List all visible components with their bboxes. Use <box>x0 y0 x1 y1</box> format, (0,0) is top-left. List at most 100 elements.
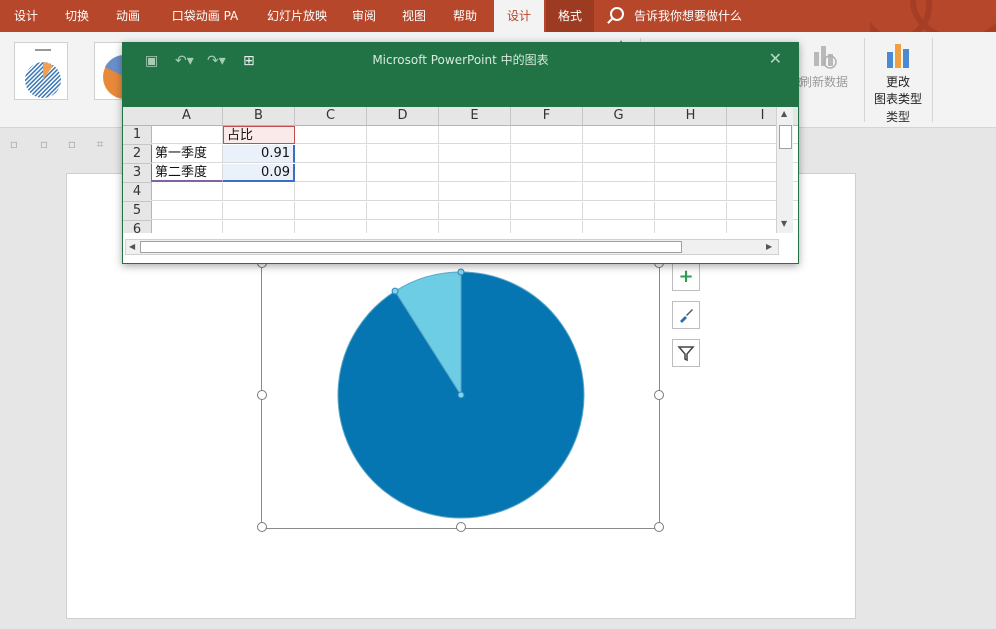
cell[interactable] <box>223 202 295 220</box>
tab-transitions[interactable]: 切换 <box>54 0 100 32</box>
cell[interactable] <box>439 221 511 233</box>
cell[interactable]: 0.91 <box>223 145 295 163</box>
cell[interactable] <box>655 126 727 144</box>
cell[interactable] <box>655 202 727 220</box>
column-header[interactable]: H <box>655 107 727 126</box>
scroll-up-icon[interactable]: ▲ <box>781 109 787 118</box>
tab-help[interactable]: 帮助 <box>442 0 488 32</box>
chart-elements-button[interactable]: + <box>672 263 700 291</box>
cell[interactable] <box>511 202 583 220</box>
column-header[interactable]: B <box>223 107 295 126</box>
tab-chart-design[interactable]: 设计 <box>494 0 544 32</box>
cell[interactable] <box>655 221 727 233</box>
cell[interactable] <box>583 221 655 233</box>
resize-handle[interactable] <box>456 522 466 532</box>
cell[interactable] <box>439 145 511 163</box>
cell[interactable]: 第二季度 <box>151 164 223 182</box>
cell[interactable] <box>511 164 583 182</box>
tab-pocket-animation[interactable]: 口袋动画 PA <box>162 0 248 32</box>
cell[interactable] <box>655 164 727 182</box>
group-icon[interactable]: ▫ <box>36 136 52 152</box>
change-chart-type-button[interactable]: 更改 图表类型 <box>870 40 926 107</box>
cell[interactable] <box>439 183 511 201</box>
cell[interactable] <box>295 183 367 201</box>
cell[interactable] <box>583 202 655 220</box>
cell[interactable] <box>295 145 367 163</box>
cell[interactable] <box>511 221 583 233</box>
scroll-right-icon[interactable]: ▶ <box>766 242 772 251</box>
cell[interactable] <box>655 145 727 163</box>
arrange-icon[interactable]: ▫ <box>64 136 80 152</box>
tab-review[interactable]: 审阅 <box>342 0 386 32</box>
excel-chart-data-window[interactable]: ▣ ↶▾ ↷▾ ⊞ Microsoft PowerPoint 中的图表 ✕ AB… <box>122 42 799 264</box>
align-icon[interactable]: ▫ <box>6 136 22 152</box>
cell[interactable] <box>655 183 727 201</box>
vertical-scrollbar[interactable]: ▲ ▼ <box>776 107 793 233</box>
cell[interactable] <box>151 202 223 220</box>
cell[interactable] <box>151 126 223 144</box>
cell[interactable] <box>511 126 583 144</box>
cell[interactable]: 占比 <box>223 126 295 144</box>
scroll-thumb[interactable] <box>140 241 682 253</box>
cell[interactable] <box>223 183 295 201</box>
refresh-data-button[interactable]: 改刷新数据 <box>790 42 854 90</box>
cell[interactable] <box>367 221 439 233</box>
row-header[interactable]: 6 <box>123 221 152 233</box>
resize-handle[interactable] <box>257 522 267 532</box>
tab-animations[interactable]: 动画 <box>104 0 152 32</box>
cell[interactable] <box>367 164 439 182</box>
cell[interactable] <box>367 202 439 220</box>
row-header[interactable]: 5 <box>123 202 152 221</box>
row-header[interactable]: 1 <box>123 126 152 145</box>
cell[interactable] <box>583 183 655 201</box>
row-header[interactable]: 3 <box>123 164 152 183</box>
cell[interactable]: 0.09 <box>223 164 295 182</box>
row-header[interactable]: 4 <box>123 183 152 202</box>
tab-slideshow[interactable]: 幻灯片放映 <box>256 0 338 32</box>
cell[interactable] <box>583 164 655 182</box>
scroll-down-icon[interactable]: ▼ <box>781 219 787 228</box>
cell[interactable] <box>583 145 655 163</box>
cell[interactable] <box>151 221 223 233</box>
cell[interactable] <box>367 126 439 144</box>
row-header[interactable]: 2 <box>123 145 152 164</box>
cell[interactable] <box>439 126 511 144</box>
spreadsheet-grid[interactable]: A B C D E F G H I 1 占比 2 第一季度 0.91 3 第二季度 0.09 4 5 6 <box>123 107 798 233</box>
cell[interactable] <box>511 183 583 201</box>
select-all-corner[interactable] <box>123 107 152 126</box>
resize-handle[interactable] <box>654 522 664 532</box>
resize-handle[interactable] <box>654 390 664 400</box>
chart-styles-button[interactable] <box>672 301 700 329</box>
column-header[interactable]: C <box>295 107 367 126</box>
chart-style-thumbnail-1[interactable] <box>14 42 68 100</box>
cell[interactable] <box>439 202 511 220</box>
scroll-left-icon[interactable]: ◀ <box>129 242 135 251</box>
tab-format[interactable]: 格式 <box>546 0 594 32</box>
cell[interactable]: 第一季度 <box>151 145 223 163</box>
cell[interactable] <box>439 164 511 182</box>
cell[interactable] <box>367 183 439 201</box>
scroll-thumb[interactable] <box>779 125 792 149</box>
cell[interactable] <box>511 145 583 163</box>
column-header[interactable]: G <box>583 107 655 126</box>
column-header[interactable]: F <box>511 107 583 126</box>
cell[interactable] <box>223 221 295 233</box>
chart-filters-button[interactable] <box>672 339 700 367</box>
column-header[interactable]: A <box>151 107 223 126</box>
horizontal-scrollbar[interactable]: ◀ ▶ <box>125 239 779 255</box>
cell[interactable] <box>367 145 439 163</box>
cell[interactable] <box>295 126 367 144</box>
cell[interactable] <box>295 164 367 182</box>
close-icon[interactable]: ✕ <box>769 49 782 68</box>
resize-handle[interactable] <box>257 390 267 400</box>
column-header[interactable]: D <box>367 107 439 126</box>
cell[interactable] <box>295 202 367 220</box>
tab-view[interactable]: 视图 <box>392 0 436 32</box>
cell[interactable] <box>151 183 223 201</box>
select-icon[interactable]: ⌗ <box>92 136 108 152</box>
chart-selection-frame[interactable] <box>261 262 660 529</box>
column-header[interactable]: E <box>439 107 511 126</box>
cell[interactable] <box>295 221 367 233</box>
cell[interactable] <box>583 126 655 144</box>
tell-me-box[interactable]: 告诉我你想要做什么 <box>610 0 742 32</box>
